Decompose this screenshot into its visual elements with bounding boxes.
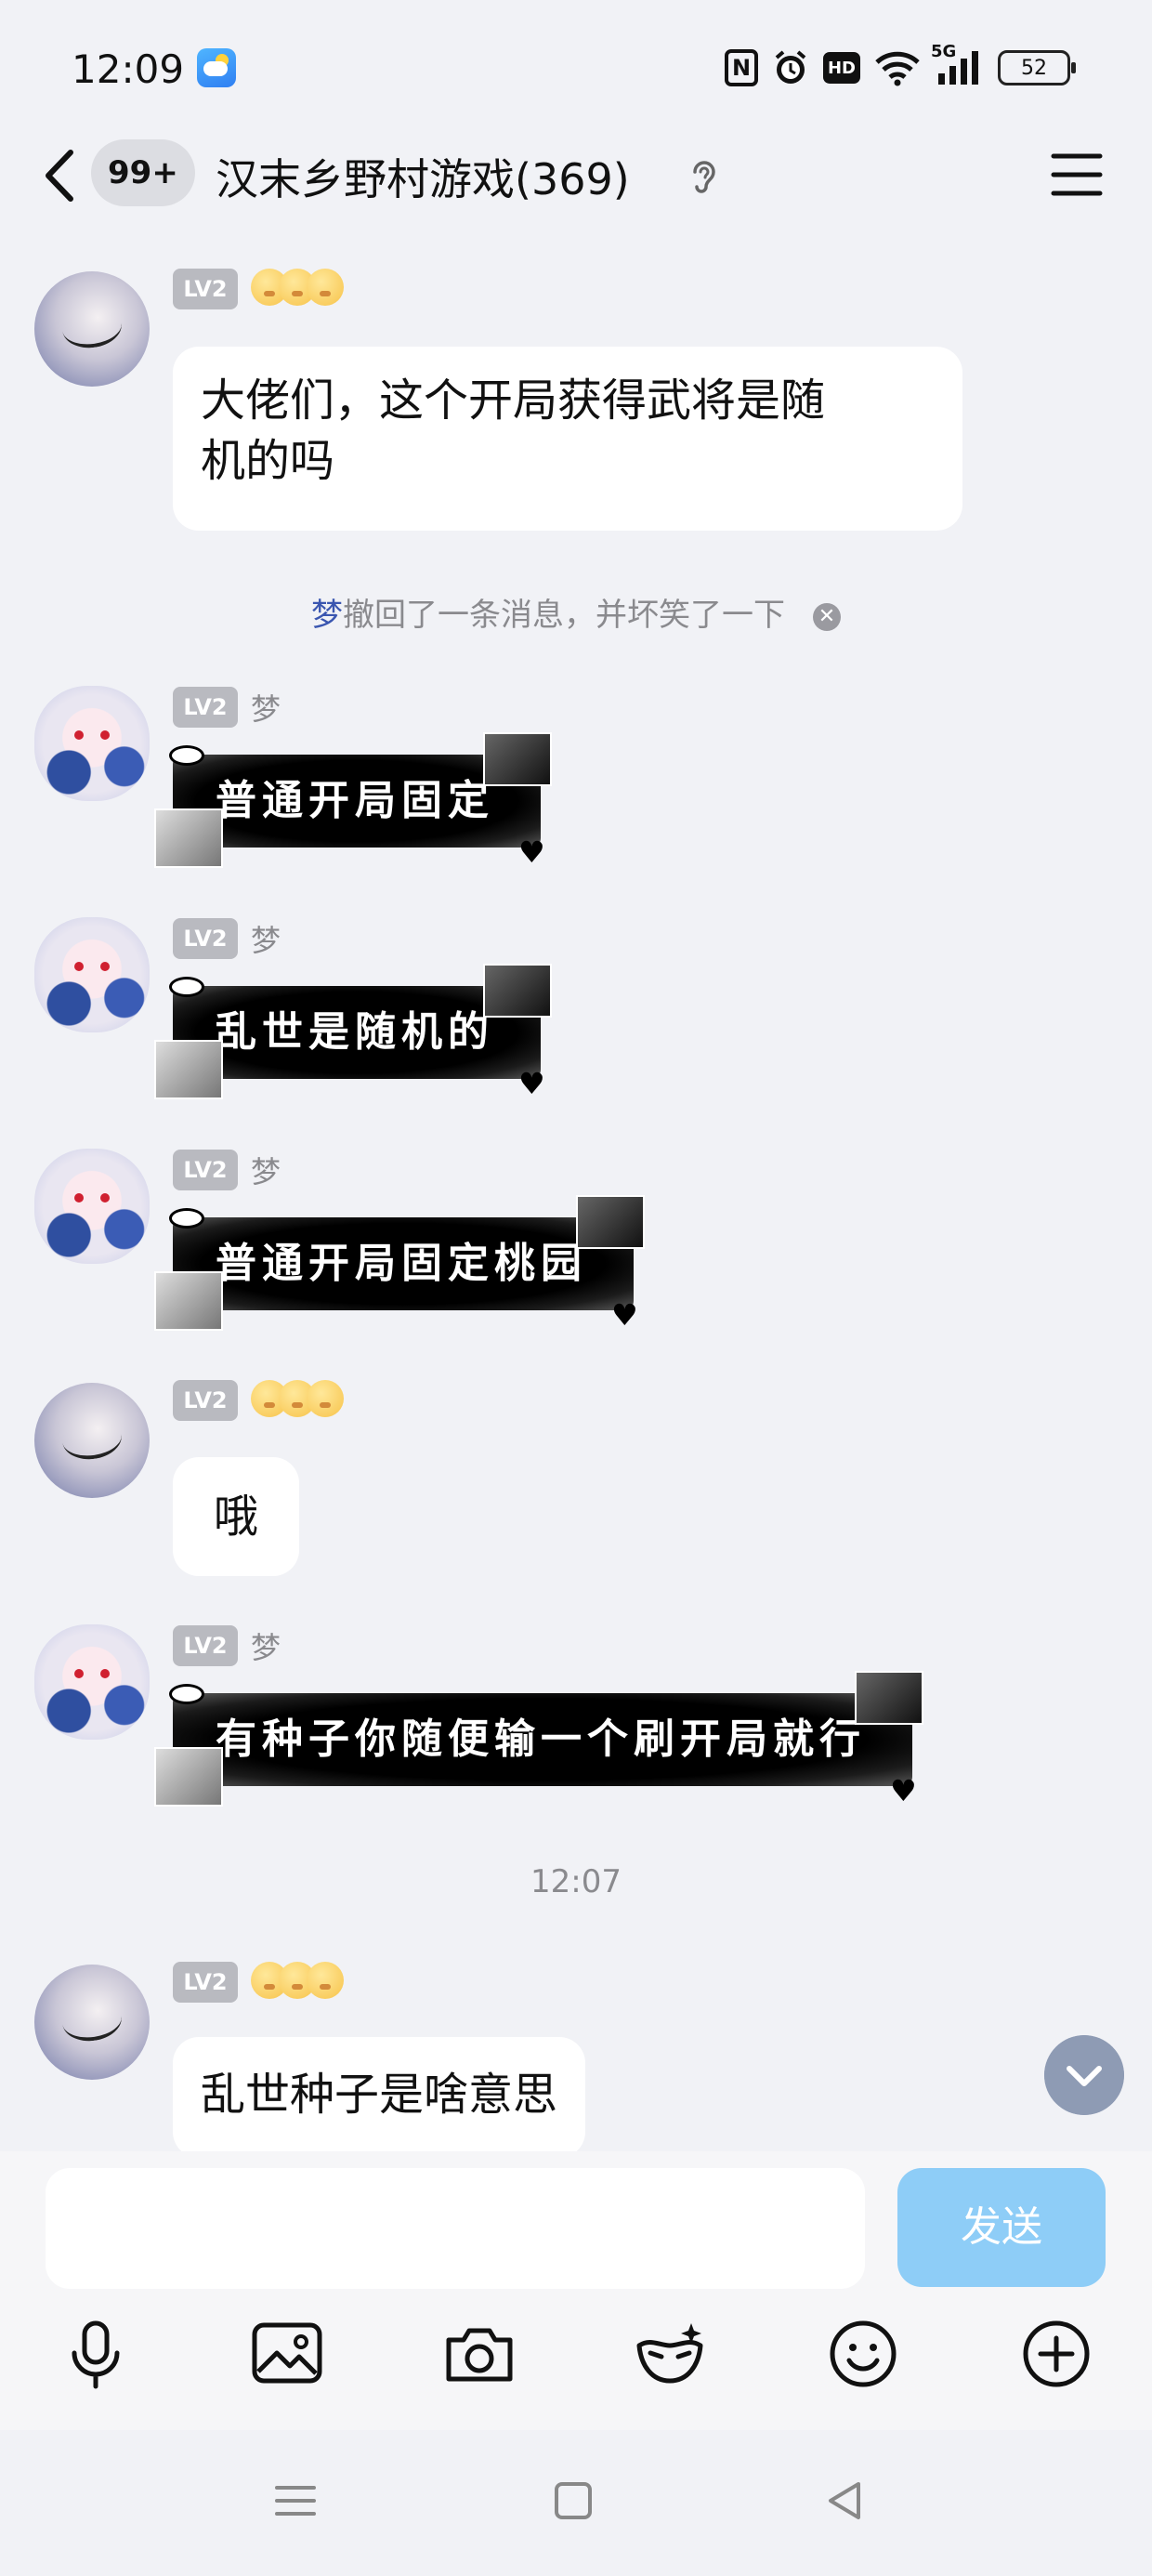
ear-icon[interactable]	[684, 155, 725, 196]
level-badge: LV2	[173, 918, 238, 959]
weather-icon	[197, 48, 236, 87]
image-icon[interactable]	[247, 2314, 327, 2394]
message-bubble[interactable]: 普通开局固定桃园 ♥	[154, 1195, 645, 1331]
avatar[interactable]	[34, 271, 150, 387]
level-badge: LV2	[173, 269, 238, 309]
send-button[interactable]: 发送	[897, 2168, 1106, 2287]
message-meta: LV2 梦	[173, 1149, 281, 1191]
status-icons: N HD 5G 52	[725, 42, 1076, 91]
message-text-line: 大佬们，这个开局获得武将是随	[201, 375, 826, 427]
emoji-icon	[307, 1380, 344, 1417]
chat-title[interactable]: 汉末乡野村游戏(369)	[216, 146, 630, 207]
avatar[interactable]	[34, 917, 150, 1032]
heart-icon: ♥	[518, 1066, 545, 1101]
message-bubble[interactable]: 有种子你随便输一个刷开局就行 ♥	[154, 1671, 923, 1807]
battery-level: 52	[1021, 56, 1047, 80]
message-meta: LV2 梦	[173, 1624, 281, 1667]
camera-icon[interactable]	[439, 2314, 519, 2394]
avatar[interactable]	[34, 1624, 150, 1740]
system-nav-bar	[0, 2430, 1152, 2576]
input-area: 发送	[0, 2151, 1152, 2430]
emoji-icon[interactable]	[823, 2314, 903, 2394]
nickname-emoji	[251, 269, 344, 309]
menu-nav-icon[interactable]	[268, 2473, 323, 2529]
message-meta: LV2 梦	[173, 917, 281, 960]
notice-nickname[interactable]: 梦	[311, 597, 343, 634]
menu-icon[interactable]	[1050, 151, 1104, 199]
message-list[interactable]: LV2 大佬们，这个开局获得武将是随 机的吗 梦撤回了一条消息，并坏笑了一下 ✕ …	[0, 242, 1152, 2151]
nickname[interactable]: 梦	[251, 1624, 281, 1667]
heart-icon: ♥	[890, 1773, 917, 1808]
alarm-icon	[771, 48, 810, 87]
message-text: 乱世种子是啥意思	[201, 2069, 558, 2121]
nfc-icon: N	[725, 49, 758, 86]
notice-text: 撤回了一条消息，并坏笑了一下	[343, 597, 785, 634]
status-time: 12:09	[72, 46, 185, 92]
message-bubble[interactable]: 普通开局固定 ♥	[154, 732, 552, 868]
nickname[interactable]: 梦	[251, 917, 281, 960]
message-meta: LV2	[173, 1961, 344, 2004]
emoji-icon	[307, 1962, 344, 1999]
level-badge: LV2	[173, 1625, 238, 1666]
back-icon[interactable]	[37, 143, 84, 208]
signal-icon: 5G	[931, 42, 979, 86]
avatar[interactable]	[34, 1383, 150, 1498]
message-bubble[interactable]: 哦	[173, 1457, 299, 1576]
plus-icon[interactable]	[1016, 2314, 1096, 2394]
hd-icon: HD	[823, 52, 860, 84]
message-meta: LV2 梦	[173, 686, 281, 729]
message-bubble[interactable]: 乱世是随机的 ♥	[154, 964, 552, 1099]
level-badge: LV2	[173, 1380, 238, 1421]
nickname-emoji	[251, 1962, 344, 2003]
microphone-icon[interactable]	[56, 2314, 136, 2394]
avatar[interactable]	[34, 1965, 150, 2080]
network-type: 5G	[931, 42, 957, 61]
status-bar: 12:09 N HD 5G 52	[0, 0, 1152, 139]
message-bubble[interactable]: 乱世种子是啥意思	[173, 2037, 586, 2151]
eye-decoration	[169, 977, 204, 997]
message-bubble[interactable]: 大佬们，这个开局获得武将是随 机的吗	[173, 347, 962, 531]
message-text: 普通开局固定桃园	[216, 1240, 587, 1287]
recall-notice: 梦撤回了一条消息，并坏笑了一下 ✕	[0, 589, 1152, 635]
unread-badge[interactable]: 99+	[91, 139, 195, 206]
message-text: 普通开局固定	[216, 777, 494, 824]
message-text: 哦	[213, 1491, 258, 1543]
message-input[interactable]	[46, 2168, 865, 2289]
home-nav-icon[interactable]	[545, 2473, 601, 2529]
nickname[interactable]: 梦	[251, 686, 281, 729]
eye-decoration	[169, 1684, 204, 1704]
level-badge: LV2	[173, 1150, 238, 1190]
heart-icon: ♥	[611, 1297, 638, 1333]
message-text-line: 机的吗	[201, 434, 335, 487]
message-meta: LV2	[173, 268, 344, 310]
level-badge: LV2	[173, 687, 238, 728]
eye-decoration	[169, 745, 204, 766]
scroll-down-icon[interactable]	[1044, 2035, 1124, 2115]
close-icon[interactable]: ✕	[813, 602, 841, 631]
level-badge: LV2	[173, 1962, 238, 2003]
emoji-icon	[307, 269, 344, 306]
back-nav-icon[interactable]	[818, 2473, 873, 2529]
eye-decoration	[169, 1208, 204, 1229]
message-text: 有种子你随便输一个刷开局就行	[216, 1715, 866, 1763]
timestamp: 12:07	[530, 1863, 622, 1900]
message-meta: LV2	[173, 1379, 344, 1422]
wifi-icon	[873, 49, 922, 86]
message-text: 乱世是随机的	[216, 1008, 494, 1056]
nickname-emoji	[251, 1380, 344, 1421]
input-toolbar	[0, 2314, 1152, 2416]
avatar[interactable]	[34, 686, 150, 801]
battery-icon: 52	[998, 50, 1076, 85]
avatar[interactable]	[34, 1149, 150, 1264]
face-mask-icon[interactable]	[630, 2314, 710, 2394]
heart-icon: ♥	[518, 835, 545, 870]
nickname[interactable]: 梦	[251, 1149, 281, 1191]
